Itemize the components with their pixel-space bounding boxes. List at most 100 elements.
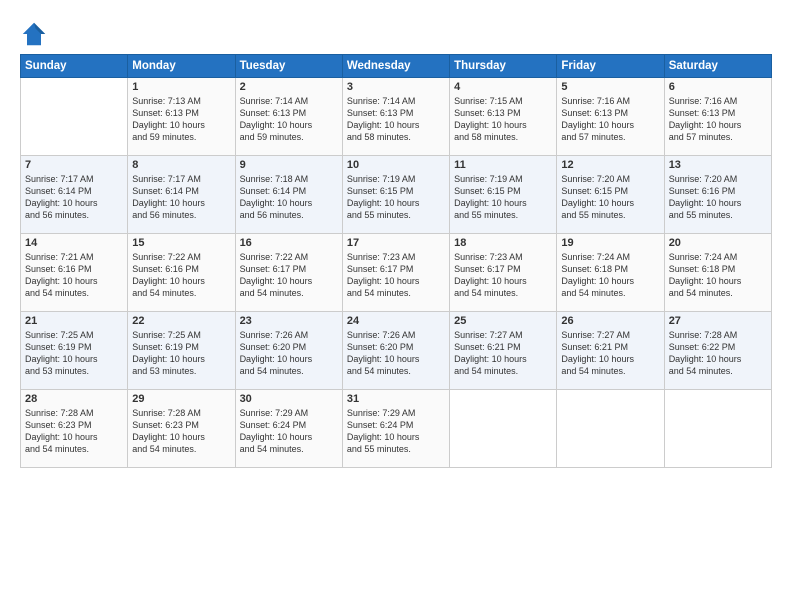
- logo-icon: [20, 20, 48, 48]
- cell-info: Sunrise: 7:19 AM Sunset: 6:15 PM Dayligh…: [347, 173, 445, 222]
- cell-info: Sunrise: 7:29 AM Sunset: 6:24 PM Dayligh…: [240, 407, 338, 456]
- day-number: 3: [347, 81, 445, 93]
- day-cell: 28Sunrise: 7:28 AM Sunset: 6:23 PM Dayli…: [21, 390, 128, 468]
- header-row: SundayMondayTuesdayWednesdayThursdayFrid…: [21, 55, 772, 78]
- cell-info: Sunrise: 7:13 AM Sunset: 6:13 PM Dayligh…: [132, 95, 230, 144]
- day-cell: 27 Sunrise: 7:28 AM Sunset: 6:22 PM Dayli…: [664, 312, 771, 390]
- day-number: 4: [454, 81, 552, 93]
- calendar-container: SundayMondayTuesdayWednesdayThursdayFrid…: [0, 0, 792, 478]
- day-cell: 6 Sunrise: 7:16 AM Sunset: 6:13 PM Daylig…: [664, 78, 771, 156]
- day-number: 5: [561, 81, 659, 93]
- cell-info: Sunrise: 7:18 AM Sunset: 6:14 PM Dayligh…: [240, 173, 338, 222]
- day-cell: 10Sunrise: 7:19 AM Sunset: 6:15 PM Dayli…: [342, 156, 449, 234]
- cell-info: Sunrise: 7:17 AM Sunset: 6:14 PM Dayligh…: [25, 173, 123, 222]
- day-number: 31: [347, 393, 445, 405]
- cell-info: Sunrise: 7:22 AM Sunset: 6:16 PM Dayligh…: [132, 251, 230, 300]
- day-cell: 23 Sunrise: 7:26 AM Sunset: 6:20 PM Dayli…: [235, 312, 342, 390]
- day-number: 15: [132, 237, 230, 249]
- day-number: 1: [132, 81, 230, 93]
- cell-info: Sunrise: 7:24 AM Sunset: 6:18 PM Dayligh…: [669, 251, 767, 300]
- day-cell: 18Sunrise: 7:23 AM Sunset: 6:17 PM Dayli…: [450, 234, 557, 312]
- cell-info: Sunrise: 7:15 AM Sunset: 6:13 PM Dayligh…: [454, 95, 552, 144]
- day-number: 2: [240, 81, 338, 93]
- day-number: 24: [347, 315, 445, 327]
- day-cell: [450, 390, 557, 468]
- header-cell-friday: Friday: [557, 55, 664, 78]
- day-cell: 26Sunrise: 7:27 AM Sunset: 6:21 PM Dayli…: [557, 312, 664, 390]
- week-row-4: 28 Sunrise: 7:28 AM Sunset: 6:23 PM Dayli…: [21, 390, 772, 468]
- day-cell: 8Sunrise: 7:17 AM Sunset: 6:14 PM Daylig…: [128, 156, 235, 234]
- day-cell: 4 Sunrise: 7:15 AM Sunset: 6:13 PM Daylig…: [450, 78, 557, 156]
- day-cell: 1 Sunrise: 7:13 AM Sunset: 6:13 PM Daylig…: [128, 78, 235, 156]
- header-cell-thursday: Thursday: [450, 55, 557, 78]
- day-cell: 16 Sunrise: 7:22 AM Sunset: 6:17 PM Dayli…: [235, 234, 342, 312]
- day-cell: 9Sunrise: 7:18 AM Sunset: 6:14 PM Daylig…: [235, 156, 342, 234]
- day-cell: 2 Sunrise: 7:14 AM Sunset: 6:13 PM Daylig…: [235, 78, 342, 156]
- day-cell: 30 Sunrise: 7:29 AM Sunset: 6:24 PM Dayli…: [235, 390, 342, 468]
- cell-info: Sunrise: 7:25 AM Sunset: 6:19 PM Dayligh…: [25, 329, 123, 378]
- week-row-3: 21 Sunrise: 7:25 AM Sunset: 6:19 PM Dayli…: [21, 312, 772, 390]
- day-cell: 15 Sunrise: 7:22 AM Sunset: 6:16 PM Dayli…: [128, 234, 235, 312]
- day-cell: 11 Sunrise: 7:19 AM Sunset: 6:15 PM Dayli…: [450, 156, 557, 234]
- day-cell: 3 Sunrise: 7:14 AM Sunset: 6:13 PM Daylig…: [342, 78, 449, 156]
- day-number: 27: [669, 315, 767, 327]
- cell-info: Sunrise: 7:23 AM Sunset: 6:17 PM Dayligh…: [347, 251, 445, 300]
- cell-info: Sunrise: 7:27 AM Sunset: 6:21 PM Dayligh…: [561, 329, 659, 378]
- cell-info: Sunrise: 7:24 AM Sunset: 6:18 PM Dayligh…: [561, 251, 659, 300]
- cell-info: Sunrise: 7:26 AM Sunset: 6:20 PM Dayligh…: [347, 329, 445, 378]
- day-number: 17: [347, 237, 445, 249]
- cell-info: Sunrise: 7:29 AM Sunset: 6:24 PM Dayligh…: [347, 407, 445, 456]
- day-number: 8: [132, 159, 230, 171]
- day-number: 14: [25, 237, 123, 249]
- cell-info: Sunrise: 7:14 AM Sunset: 6:13 PM Dayligh…: [347, 95, 445, 144]
- header-cell-wednesday: Wednesday: [342, 55, 449, 78]
- day-cell: 20 Sunrise: 7:24 AM Sunset: 6:18 PM Dayli…: [664, 234, 771, 312]
- cell-info: Sunrise: 7:28 AM Sunset: 6:23 PM Dayligh…: [132, 407, 230, 456]
- day-number: 20: [669, 237, 767, 249]
- day-number: 30: [240, 393, 338, 405]
- day-cell: 31 Sunrise: 7:29 AM Sunset: 6:24 PM Dayli…: [342, 390, 449, 468]
- day-cell: 12Sunrise: 7:20 AM Sunset: 6:15 PM Dayli…: [557, 156, 664, 234]
- day-cell: [557, 390, 664, 468]
- header-cell-sunday: Sunday: [21, 55, 128, 78]
- day-number: 11: [454, 159, 552, 171]
- cell-info: Sunrise: 7:25 AM Sunset: 6:19 PM Dayligh…: [132, 329, 230, 378]
- cell-info: Sunrise: 7:16 AM Sunset: 6:13 PM Dayligh…: [561, 95, 659, 144]
- day-cell: 13 Sunrise: 7:20 AM Sunset: 6:16 PM Dayli…: [664, 156, 771, 234]
- day-cell: 14 Sunrise: 7:21 AM Sunset: 6:16 PM Dayli…: [21, 234, 128, 312]
- day-number: 25: [454, 315, 552, 327]
- week-row-1: 7 Sunrise: 7:17 AM Sunset: 6:14 PM Daylig…: [21, 156, 772, 234]
- cell-info: Sunrise: 7:21 AM Sunset: 6:16 PM Dayligh…: [25, 251, 123, 300]
- cell-info: Sunrise: 7:26 AM Sunset: 6:20 PM Dayligh…: [240, 329, 338, 378]
- day-cell: 29 Sunrise: 7:28 AM Sunset: 6:23 PM Dayli…: [128, 390, 235, 468]
- day-number: 16: [240, 237, 338, 249]
- day-number: 7: [25, 159, 123, 171]
- day-cell: [21, 78, 128, 156]
- calendar-body: 1 Sunrise: 7:13 AM Sunset: 6:13 PM Daylig…: [21, 78, 772, 468]
- cell-info: Sunrise: 7:22 AM Sunset: 6:17 PM Dayligh…: [240, 251, 338, 300]
- day-number: 19: [561, 237, 659, 249]
- day-cell: 22 Sunrise: 7:25 AM Sunset: 6:19 PM Dayli…: [128, 312, 235, 390]
- logo: [20, 20, 50, 48]
- day-number: 6: [669, 81, 767, 93]
- cell-info: Sunrise: 7:20 AM Sunset: 6:15 PM Dayligh…: [561, 173, 659, 222]
- header-cell-monday: Monday: [128, 55, 235, 78]
- cell-info: Sunrise: 7:20 AM Sunset: 6:16 PM Dayligh…: [669, 173, 767, 222]
- cell-info: Sunrise: 7:19 AM Sunset: 6:15 PM Dayligh…: [454, 173, 552, 222]
- day-number: 18: [454, 237, 552, 249]
- day-number: 29: [132, 393, 230, 405]
- cell-info: Sunrise: 7:28 AM Sunset: 6:22 PM Dayligh…: [669, 329, 767, 378]
- day-number: 13: [669, 159, 767, 171]
- day-number: 21: [25, 315, 123, 327]
- week-row-0: 1 Sunrise: 7:13 AM Sunset: 6:13 PM Daylig…: [21, 78, 772, 156]
- cell-info: Sunrise: 7:14 AM Sunset: 6:13 PM Dayligh…: [240, 95, 338, 144]
- day-number: 23: [240, 315, 338, 327]
- cell-info: Sunrise: 7:27 AM Sunset: 6:21 PM Dayligh…: [454, 329, 552, 378]
- day-cell: 19 Sunrise: 7:24 AM Sunset: 6:18 PM Dayli…: [557, 234, 664, 312]
- day-cell: 25 Sunrise: 7:27 AM Sunset: 6:21 PM Dayli…: [450, 312, 557, 390]
- header-cell-tuesday: Tuesday: [235, 55, 342, 78]
- day-cell: 7 Sunrise: 7:17 AM Sunset: 6:14 PM Daylig…: [21, 156, 128, 234]
- day-number: 22: [132, 315, 230, 327]
- cell-info: Sunrise: 7:16 AM Sunset: 6:13 PM Dayligh…: [669, 95, 767, 144]
- day-number: 28: [25, 393, 123, 405]
